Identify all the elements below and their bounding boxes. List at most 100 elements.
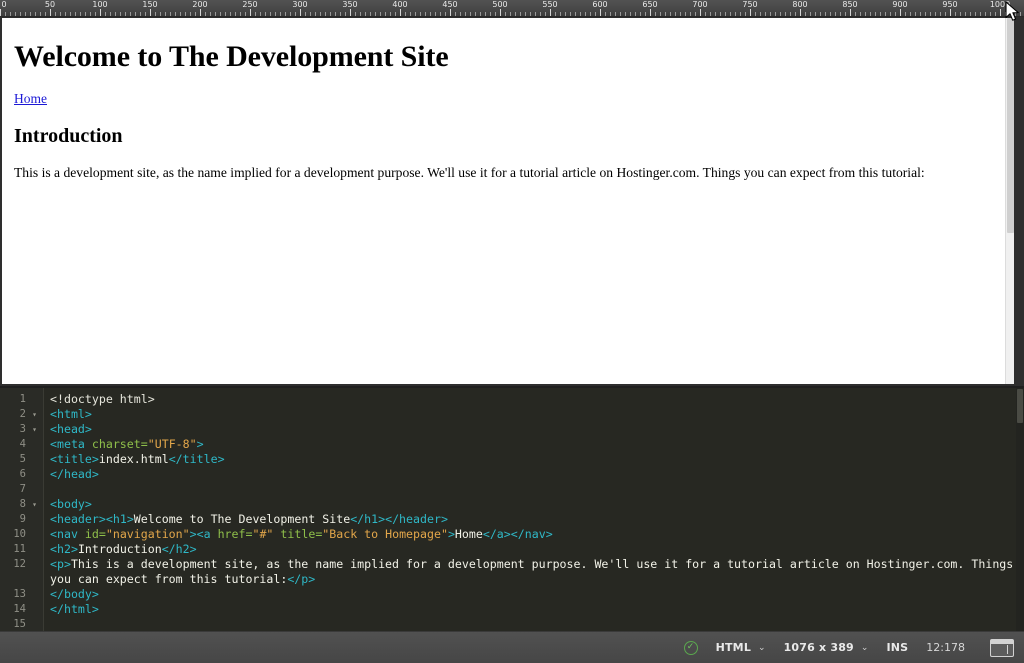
- dimensions-selector[interactable]: 1076 x 389 ⌄: [775, 632, 878, 663]
- ruler-tick: [185, 12, 186, 16]
- ruler-tick: [835, 12, 836, 16]
- ruler-tick: [245, 12, 246, 16]
- language-selector[interactable]: HTML ⌄: [707, 632, 775, 663]
- ruler-tick: [240, 12, 241, 16]
- ruler-tick: [915, 12, 916, 16]
- ruler-tick: [75, 12, 76, 16]
- split-view-icon[interactable]: [990, 638, 1014, 657]
- intro-paragraph: This is a development site, as the name …: [14, 165, 925, 181]
- ruler-tick: [380, 12, 381, 16]
- ruler-tick: [250, 9, 251, 16]
- ruler-tick: [700, 9, 701, 16]
- ruler-tick: [535, 12, 536, 16]
- ruler-tick: [545, 12, 546, 16]
- fold-triangle-icon[interactable]: ▾: [30, 497, 39, 512]
- ruler-label: 1000: [989, 0, 1011, 9]
- cursor-position-indicator[interactable]: 12:178: [917, 632, 974, 663]
- ruler-tick: [405, 12, 406, 16]
- ruler-tick: [855, 12, 856, 16]
- editor-scrollbar-thumb[interactable]: [1017, 389, 1023, 423]
- code-editor[interactable]: 1 2 ▾ 3 ▾ 4 5 6 7 8 ▾ 9 10 11 12 13 14 15 <!doctype html>…: [0, 388, 1024, 631]
- ruler-tick: [740, 12, 741, 16]
- ruler-tick: [645, 12, 646, 16]
- ruler-tick: [180, 12, 181, 16]
- check-circle-icon: ✓: [683, 640, 698, 655]
- ruler-tick: [785, 12, 786, 16]
- ruler-label: 0: [1, 0, 7, 9]
- ruler-tick: [120, 12, 121, 16]
- code-line[interactable]: </head>: [50, 467, 1024, 482]
- ruler-tick: [85, 12, 86, 16]
- home-link[interactable]: Home: [14, 91, 47, 106]
- code-line[interactable]: <meta charset="UTF-8">: [50, 437, 1024, 452]
- code-line[interactable]: [50, 617, 1024, 631]
- code-line[interactable]: <title>index.html</title>: [50, 452, 1024, 467]
- code-line[interactable]: [50, 482, 1024, 497]
- ruler-tick: [430, 12, 431, 16]
- ruler-tick: [200, 9, 201, 16]
- fold-triangle-icon[interactable]: ▾: [30, 422, 39, 437]
- editor-vertical-scrollbar[interactable]: [1016, 388, 1024, 631]
- ruler-tick: [105, 12, 106, 16]
- live-preview-pane[interactable]: Welcome to The Development Site Home Int…: [2, 18, 1014, 384]
- ruler-tick: [510, 12, 511, 16]
- ruler-tick: [550, 9, 551, 16]
- ruler-tick: [950, 9, 951, 16]
- ruler-tick: [25, 12, 26, 16]
- ruler-label: 550: [542, 0, 558, 9]
- code-line[interactable]: </html>: [50, 602, 1024, 617]
- ruler-label: 500: [492, 0, 508, 9]
- preview-document: Welcome to The Development Site Home Int…: [10, 39, 1006, 182]
- ruler-tick: [885, 12, 886, 16]
- ruler-tick: [765, 12, 766, 16]
- line-number: 6: [19, 468, 26, 480]
- code-line[interactable]: <p>This is a development site, as the na…: [50, 557, 1024, 587]
- ruler-tick: [570, 12, 571, 16]
- ruler-tick: [1015, 12, 1016, 16]
- ruler-tick: [255, 12, 256, 16]
- ruler-tick: [960, 12, 961, 16]
- ruler-tick: [10, 12, 11, 16]
- ruler-tick: [415, 12, 416, 16]
- code-line[interactable]: <!doctype html>: [50, 392, 1024, 407]
- ruler-tick: [345, 12, 346, 16]
- line-number: 1: [19, 393, 26, 405]
- code-line[interactable]: <header><h1>Welcome to The Development S…: [50, 512, 1024, 527]
- ruler-tick: [480, 12, 481, 16]
- ruler-tick: [690, 12, 691, 16]
- ruler-tick: [360, 12, 361, 16]
- insert-mode-indicator[interactable]: INS: [877, 632, 917, 663]
- code-line[interactable]: <head>: [50, 422, 1024, 437]
- code-line[interactable]: <h2>Introduction</h2>: [50, 542, 1024, 557]
- code-line[interactable]: <html>: [50, 407, 1024, 422]
- preview-scrollbar-thumb[interactable]: [1007, 18, 1014, 233]
- ruler-tick: [110, 12, 111, 16]
- preview-vertical-scrollbar[interactable]: [1005, 18, 1014, 384]
- ruler-tick: [385, 12, 386, 16]
- ruler-tick: [90, 12, 91, 16]
- ruler-tick: [125, 12, 126, 16]
- code-line[interactable]: </body>: [50, 587, 1024, 602]
- code-line[interactable]: <nav id="navigation"><a href="#" title="…: [50, 527, 1024, 542]
- code-text-area[interactable]: <!doctype html> <html> <head> <meta charset…: [44, 388, 1024, 631]
- ruler-tick: [290, 12, 291, 16]
- ruler-tick: [595, 12, 596, 16]
- ruler-tick: [145, 12, 146, 16]
- ruler-tick: [590, 12, 591, 16]
- ruler-tick: [760, 12, 761, 16]
- ruler-tick: [940, 12, 941, 16]
- ruler-tick: [820, 12, 821, 16]
- code-line[interactable]: <body>: [50, 497, 1024, 512]
- ruler-tick: [235, 12, 236, 16]
- ruler-tick: [985, 12, 986, 16]
- ruler-tick: [330, 12, 331, 16]
- fold-triangle-icon[interactable]: ▾: [30, 407, 39, 422]
- preview-pane-container: Welcome to The Development Site Home Int…: [0, 17, 1024, 386]
- ruler-tick: [935, 12, 936, 16]
- ruler-tick: [605, 12, 606, 16]
- ruler-tick: [650, 9, 651, 16]
- preview-navigation: Home: [14, 90, 1002, 108]
- ruler-tick: [20, 12, 21, 16]
- validation-status[interactable]: ✓: [675, 632, 707, 663]
- ruler-tick: [410, 12, 411, 16]
